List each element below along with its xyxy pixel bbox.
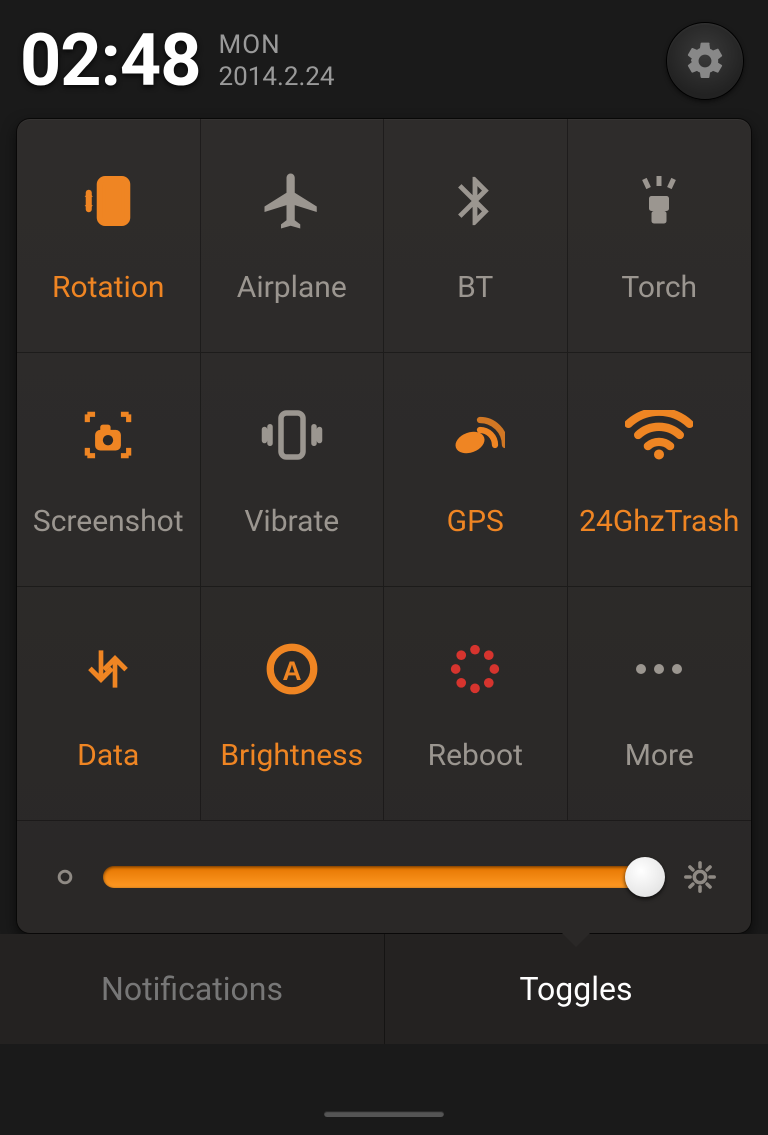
tab-notifications[interactable]: Notifications (0, 934, 384, 1044)
tile-label: Airplane (237, 270, 347, 305)
tab-toggles[interactable]: Toggles (384, 934, 768, 1044)
tile-rotation[interactable]: Rotation (17, 119, 201, 353)
rotation-icon (75, 166, 141, 236)
vibrate-icon (259, 400, 325, 470)
brightness-slider[interactable] (103, 866, 659, 888)
tab-bar: Notifications Toggles (0, 934, 768, 1044)
brightness-auto-icon: A (263, 634, 321, 704)
tile-screenshot[interactable]: Screenshot (17, 353, 201, 587)
clock: 02:48 (20, 25, 201, 97)
tile-bluetooth[interactable]: BT (384, 119, 568, 353)
gps-icon (445, 400, 505, 470)
tile-airplane[interactable]: Airplane (201, 119, 385, 353)
data-icon (80, 634, 136, 704)
toggle-grid: Rotation Airplane BT (17, 119, 751, 821)
tile-data[interactable]: Data (17, 587, 201, 821)
more-icon (629, 634, 689, 704)
tile-label: GPS (447, 504, 504, 539)
airplane-icon (259, 166, 325, 236)
gear-icon (683, 39, 727, 83)
date-block: MON 2014.2.24 (219, 29, 335, 94)
tile-vibrate[interactable]: Vibrate (201, 353, 385, 587)
tile-label: BT (457, 270, 493, 305)
settings-button[interactable] (666, 22, 744, 100)
torch-icon (629, 166, 689, 236)
quick-settings-panel: Rotation Airplane BT (16, 118, 752, 934)
tile-reboot[interactable]: Reboot (384, 587, 568, 821)
tile-brightness[interactable]: A Brightness (201, 587, 385, 821)
header: 02:48 MON 2014.2.24 (0, 0, 768, 108)
tile-torch[interactable]: Torch (568, 119, 752, 353)
tile-label: More (625, 738, 694, 773)
tile-label: 24GhzTrash (579, 504, 739, 539)
brightness-row (17, 821, 751, 933)
brightness-slider-thumb[interactable] (625, 857, 665, 897)
svg-text:A: A (282, 656, 301, 686)
bluetooth-icon (446, 166, 504, 236)
wifi-icon (625, 400, 693, 470)
tile-label: Torch (621, 270, 697, 305)
screenshot-icon (77, 400, 139, 470)
tile-gps[interactable]: GPS (384, 353, 568, 587)
brightness-high-icon (683, 860, 717, 894)
tile-label: Rotation (52, 270, 165, 305)
tile-more[interactable]: More (568, 587, 752, 821)
date: 2014.2.24 (219, 61, 335, 94)
tile-label: Screenshot (33, 504, 184, 539)
tile-label: Reboot (428, 738, 523, 773)
tile-label: Vibrate (244, 504, 339, 539)
tile-label: Data (77, 738, 139, 773)
day-of-week: MON (219, 29, 335, 62)
active-tab-indicator (562, 933, 590, 947)
reboot-icon (446, 634, 504, 704)
tile-wifi[interactable]: 24GhzTrash (568, 353, 752, 587)
tile-label: Brightness (220, 738, 363, 773)
drawer-handle[interactable] (324, 1111, 444, 1117)
brightness-low-icon (51, 863, 79, 891)
